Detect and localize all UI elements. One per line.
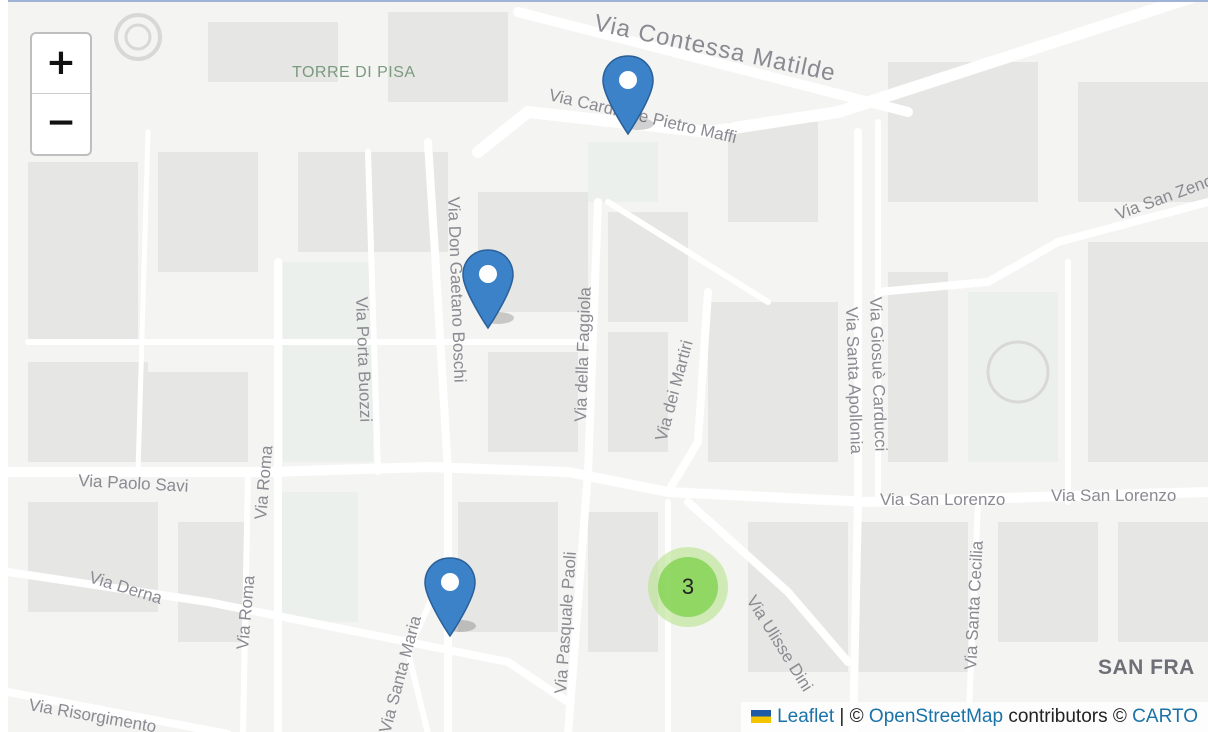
attribution-bar: Leaflet | © OpenStreetMap contributors ©…: [741, 702, 1208, 732]
map-marker[interactable]: [458, 248, 518, 338]
street-label-san-lorenzo-a: Via San Lorenzo: [880, 490, 1005, 509]
map-marker[interactable]: [598, 54, 658, 144]
carto-link[interactable]: CARTO: [1132, 706, 1198, 727]
ukraine-flag-icon: [751, 710, 772, 723]
map-marker[interactable]: [420, 556, 480, 646]
map-pin-icon: [424, 557, 476, 638]
zoom-control: + −: [30, 32, 92, 156]
cluster-count: 3: [658, 557, 718, 617]
place-label-torre: TORRE DI PISA: [292, 64, 416, 81]
place-label-san-francesco: SAN FRA: [1098, 656, 1195, 679]
street-label-roma-upper: Via Roma: [251, 444, 276, 520]
leaflet-link[interactable]: Leaflet: [777, 706, 834, 727]
street-label-santa-apollonia: Via Santa Apollonia: [842, 306, 866, 454]
street-label-santa-maria: Via Santa Maria: [376, 613, 426, 732]
map-pin-icon: [602, 55, 654, 136]
map-pin-icon: [462, 249, 514, 330]
map-container[interactable]: Via Contessa Matilde Via Cardinale Pietr…: [8, 0, 1208, 732]
attribution-contributors: contributors ©: [1003, 706, 1133, 727]
street-label-risorgimento: Via Risorgimento: [27, 695, 157, 732]
street-label-giosue-carducci: Via Giosuè Carducci: [866, 296, 890, 451]
street-label-san-lorenzo-b: Via San Lorenzo: [1051, 486, 1176, 505]
openstreetmap-link[interactable]: OpenStreetMap: [869, 706, 1003, 727]
marker-cluster[interactable]: 3: [648, 547, 728, 627]
zoom-in-button[interactable]: +: [32, 34, 90, 94]
zoom-out-button[interactable]: −: [32, 94, 90, 154]
attribution-separator: | ©: [834, 706, 869, 727]
